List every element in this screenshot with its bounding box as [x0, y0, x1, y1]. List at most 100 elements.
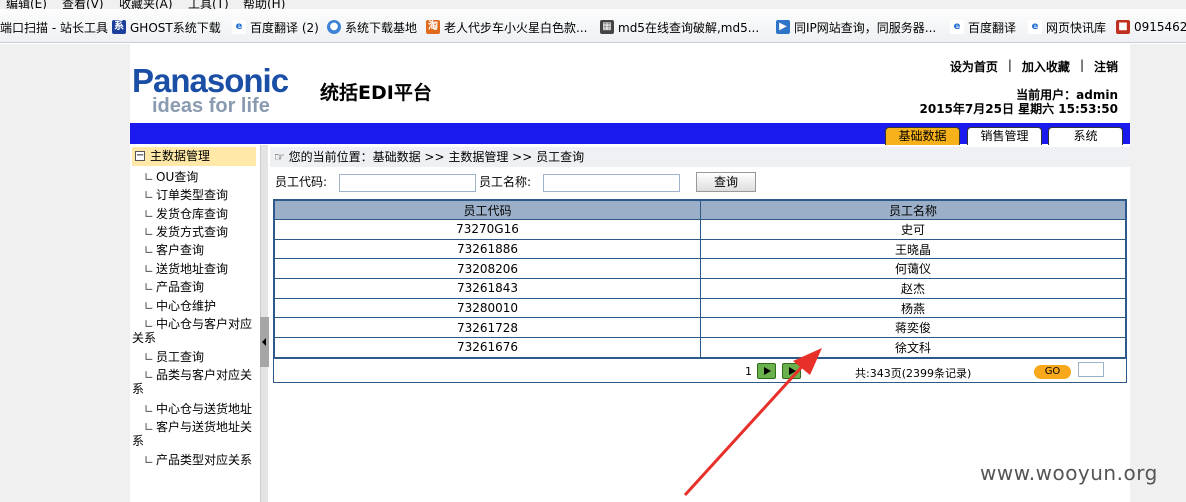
collapse-icon[interactable]: − — [135, 151, 145, 161]
employee-name-input[interactable] — [543, 174, 680, 192]
pager-total: 共:343页(2399条记录) — [855, 366, 972, 380]
tree-branch-icon: ∟ — [143, 453, 154, 467]
tree-root-master-data[interactable]: − 主数据管理 — [132, 147, 256, 166]
sidebar-item-delivery-address[interactable]: ∟ 送货地址查询 — [132, 262, 258, 276]
table-row[interactable]: 73270G16 史可 — [274, 219, 1126, 240]
site-icon: ■ — [1116, 20, 1130, 34]
table-header-row: 员工代码 员工名称 — [274, 200, 1126, 220]
sidebar-item-shipping-method[interactable]: ∟ 发货方式查询 — [132, 225, 258, 239]
collapse-sidebar-icon[interactable] — [260, 317, 269, 367]
ie-icon: e — [950, 20, 964, 34]
bookmark-scooter[interactable]: 淘老人代步车小火星白色款... — [426, 18, 587, 36]
user-info: 当前用户：admin 2015年7月25日 星期六 15:53:50 — [920, 88, 1119, 116]
search-form: 员工代码: — [275, 172, 327, 192]
favorites-bar: 端口扫描 - 站长工具 系 GHOST系统下载 e 百度翻译 (2) ● 系统下载基地… — [0, 9, 1186, 43]
tree-branch-icon: ∟ — [143, 299, 154, 313]
sidebar-item-ou-query[interactable]: ∟ OU查询 — [132, 170, 258, 184]
employee-code-input[interactable] — [339, 174, 476, 192]
sidebar-item-customer-address[interactable]: ∟ 客户与送货地址关系 — [132, 420, 258, 448]
sidebar-item-product[interactable]: ∟ 产品查询 — [132, 280, 258, 294]
set-homepage-link[interactable]: 设为首页 — [950, 58, 998, 75]
menu-view[interactable]: 查看(V) — [62, 0, 104, 9]
go-button[interactable]: GO — [1034, 364, 1071, 379]
site-icon: 淘 — [426, 20, 440, 34]
table-row[interactable]: 73261843 赵杰 — [274, 278, 1126, 299]
employee-name-label: 员工名称: — [479, 175, 532, 189]
tree-branch-icon: ∟ — [143, 188, 154, 202]
bookmark-md5[interactable]: ▦ md5在线查询破解,md5... — [600, 18, 759, 36]
cell-code: 73261886 — [274, 238, 701, 260]
column-header-name[interactable]: 员工名称 — [700, 200, 1126, 220]
current-user: 当前用户：admin — [1016, 88, 1118, 102]
cell-code: 73270G16 — [274, 219, 701, 240]
logo-tagline: ideas for life — [152, 95, 270, 117]
bookmark-system-download[interactable]: ● 系统下载基地 — [327, 18, 417, 36]
top-links: 设为首页 | 加入收藏 | 注销 — [950, 58, 1118, 75]
tree-branch-icon: ∟ — [143, 317, 154, 331]
sidebar-item-category-customer[interactable]: ∟ 品类与客户对应关系 — [132, 368, 258, 396]
cell-name: 蒋奕俊 — [700, 317, 1126, 339]
employee-code-label: 员工代码: — [275, 175, 328, 189]
bookmark-ghost[interactable]: 系 GHOST系统下载 — [112, 18, 221, 36]
tree-branch-icon: ∟ — [143, 262, 154, 276]
tab-sales-management[interactable]: 销售管理 — [967, 127, 1042, 145]
tab-base-data[interactable]: 基础数据 — [885, 127, 960, 145]
cell-name: 徐文科 — [700, 337, 1126, 358]
current-page: 1 — [745, 364, 752, 378]
cell-name: 杨燕 — [700, 297, 1126, 319]
bookmark-baidu-translate-2[interactable]: e 百度翻译 (2) — [232, 18, 319, 36]
menu-tools[interactable]: 工具(T) — [188, 0, 229, 9]
menu-help[interactable]: 帮助(H) — [243, 0, 285, 9]
next-page-icon[interactable] — [757, 362, 776, 379]
last-page-icon[interactable] — [782, 362, 801, 379]
cell-name: 史可 — [700, 219, 1126, 240]
tree-branch-icon: ∟ — [143, 207, 154, 221]
pager: 1 共:343页(2399条记录) GO — [274, 357, 1126, 382]
tree-branch-icon: ∟ — [143, 243, 154, 257]
sidebar-item-center-address[interactable]: ∟ 中心仓与送货地址 — [132, 402, 258, 416]
sidebar-item-warehouse[interactable]: ∟ 发货仓库查询 — [132, 207, 258, 221]
site-icon: 系 — [112, 20, 126, 34]
site-icon: ▶ — [776, 20, 790, 34]
cell-name: 何蔼仪 — [700, 258, 1126, 280]
cell-code: 73261843 — [274, 278, 701, 299]
menu-edit[interactable]: 编辑(E) — [6, 0, 47, 9]
tree-branch-icon: ∟ — [143, 368, 154, 382]
sidebar-item-center-warehouse[interactable]: ∟ 中心仓维护 — [132, 299, 258, 313]
tree-branch-icon: ∟ — [143, 420, 154, 434]
page-number-input[interactable] — [1078, 361, 1104, 377]
bookmark-port-scan[interactable]: 端口扫描 - 站长工具 — [0, 18, 108, 36]
bookmark-same-ip[interactable]: ▶ 同IP网站查询，同服务器... — [776, 18, 936, 36]
table-row[interactable]: 73280010 杨燕 — [274, 297, 1126, 319]
tree-branch-icon: ∟ — [143, 170, 154, 184]
table-row[interactable]: 73208206 何蔼仪 — [274, 258, 1126, 280]
sidebar-item-center-customer[interactable]: ∟ 中心仓与客户对应关系 — [132, 317, 258, 345]
sidebar-item-product-type[interactable]: ∟ 产品类型对应关系 — [132, 453, 258, 467]
logout-link[interactable]: 注销 — [1094, 58, 1118, 75]
watermark: www.wooyun.org — [980, 461, 1158, 485]
cell-code: 73280010 — [274, 297, 701, 319]
table-row[interactable]: 73261728 蒋奕俊 — [274, 317, 1126, 339]
ie-icon: e — [1028, 20, 1042, 34]
query-button[interactable]: 查询 — [696, 172, 756, 192]
page-right-margin — [1130, 44, 1186, 502]
column-header-code[interactable]: 员工代码 — [274, 200, 701, 220]
tab-system[interactable]: 系统 — [1048, 127, 1123, 145]
table-row[interactable]: 73261676 徐文科 — [274, 337, 1126, 358]
tree-branch-icon: ∟ — [143, 225, 154, 239]
browser-menubar: 编辑(E) 查看(V) 收藏夹(A) 工具(T) 帮助(H) — [0, 0, 1186, 9]
bookmark-web-slice[interactable]: e 网页快讯库 — [1028, 18, 1106, 36]
current-datetime: 2015年7月25日 星期六 15:53:50 — [919, 102, 1119, 116]
employee-table: 员工代码 员工名称 73270G16 史可 73261886 王晓晶 7320820… — [273, 199, 1127, 383]
add-favorite-link[interactable]: 加入收藏 — [1022, 58, 1070, 75]
cell-name: 赵杰 — [700, 278, 1126, 299]
sidebar-item-employee[interactable]: ∟ 员工查询 — [132, 350, 258, 364]
sidebar-item-order-type[interactable]: ∟ 订单类型查询 — [132, 188, 258, 202]
bookmark-09154626[interactable]: ■09154626 — [1116, 18, 1186, 36]
bookmark-baidu-translate[interactable]: e 百度翻译 — [950, 18, 1016, 36]
tree-branch-icon: ∟ — [143, 402, 154, 416]
breadcrumb-text: 您的当前位置：基础数据 >> 主数据管理 >> 员工查询 — [288, 150, 585, 164]
table-row[interactable]: 73261886 王晓晶 — [274, 238, 1126, 260]
menu-favorites[interactable]: 收藏夹(A) — [119, 0, 173, 9]
sidebar-item-customer[interactable]: ∟ 客户查询 — [132, 243, 258, 257]
